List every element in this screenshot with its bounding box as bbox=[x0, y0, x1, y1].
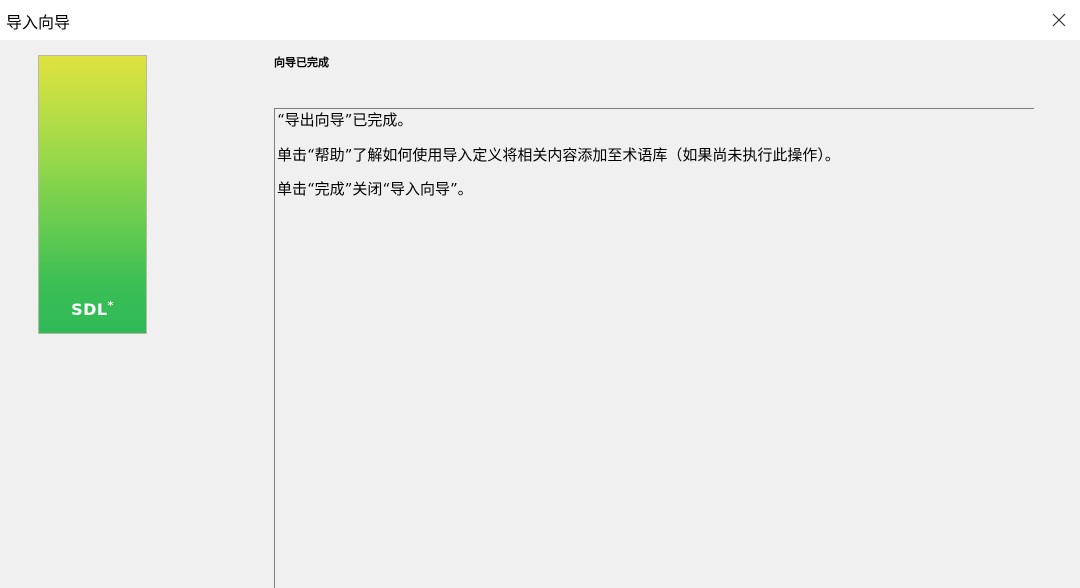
sdl-logo: SDL* bbox=[39, 299, 146, 319]
page-heading: 向导已完成 bbox=[274, 56, 329, 69]
window-title: 导入向导 bbox=[6, 13, 71, 32]
logo-mark: * bbox=[107, 299, 114, 312]
message-line: “导出向导”已完成。 bbox=[277, 111, 413, 129]
message-area: “导出向导”已完成。 单击“帮助”了解如何使用导入定义将相关内容添加至术语库（如… bbox=[274, 108, 1034, 588]
logo-brand: SDL bbox=[71, 300, 108, 319]
message-line: 单击“完成”关闭“导入向导”。 bbox=[277, 180, 473, 198]
title-bar: 导入向导 bbox=[0, 0, 1080, 40]
wizard-body: SDL* 向导已完成 “导出向导”已完成。 单击“帮助”了解如何使用导入定义将相… bbox=[0, 40, 1080, 588]
sdl-logo-panel: SDL* bbox=[38, 55, 147, 334]
message-line: 单击“帮助”了解如何使用导入定义将相关内容添加至术语库（如果尚未执行此操作）。 bbox=[277, 146, 840, 164]
close-icon bbox=[1052, 13, 1066, 27]
close-button[interactable] bbox=[1040, 0, 1076, 40]
